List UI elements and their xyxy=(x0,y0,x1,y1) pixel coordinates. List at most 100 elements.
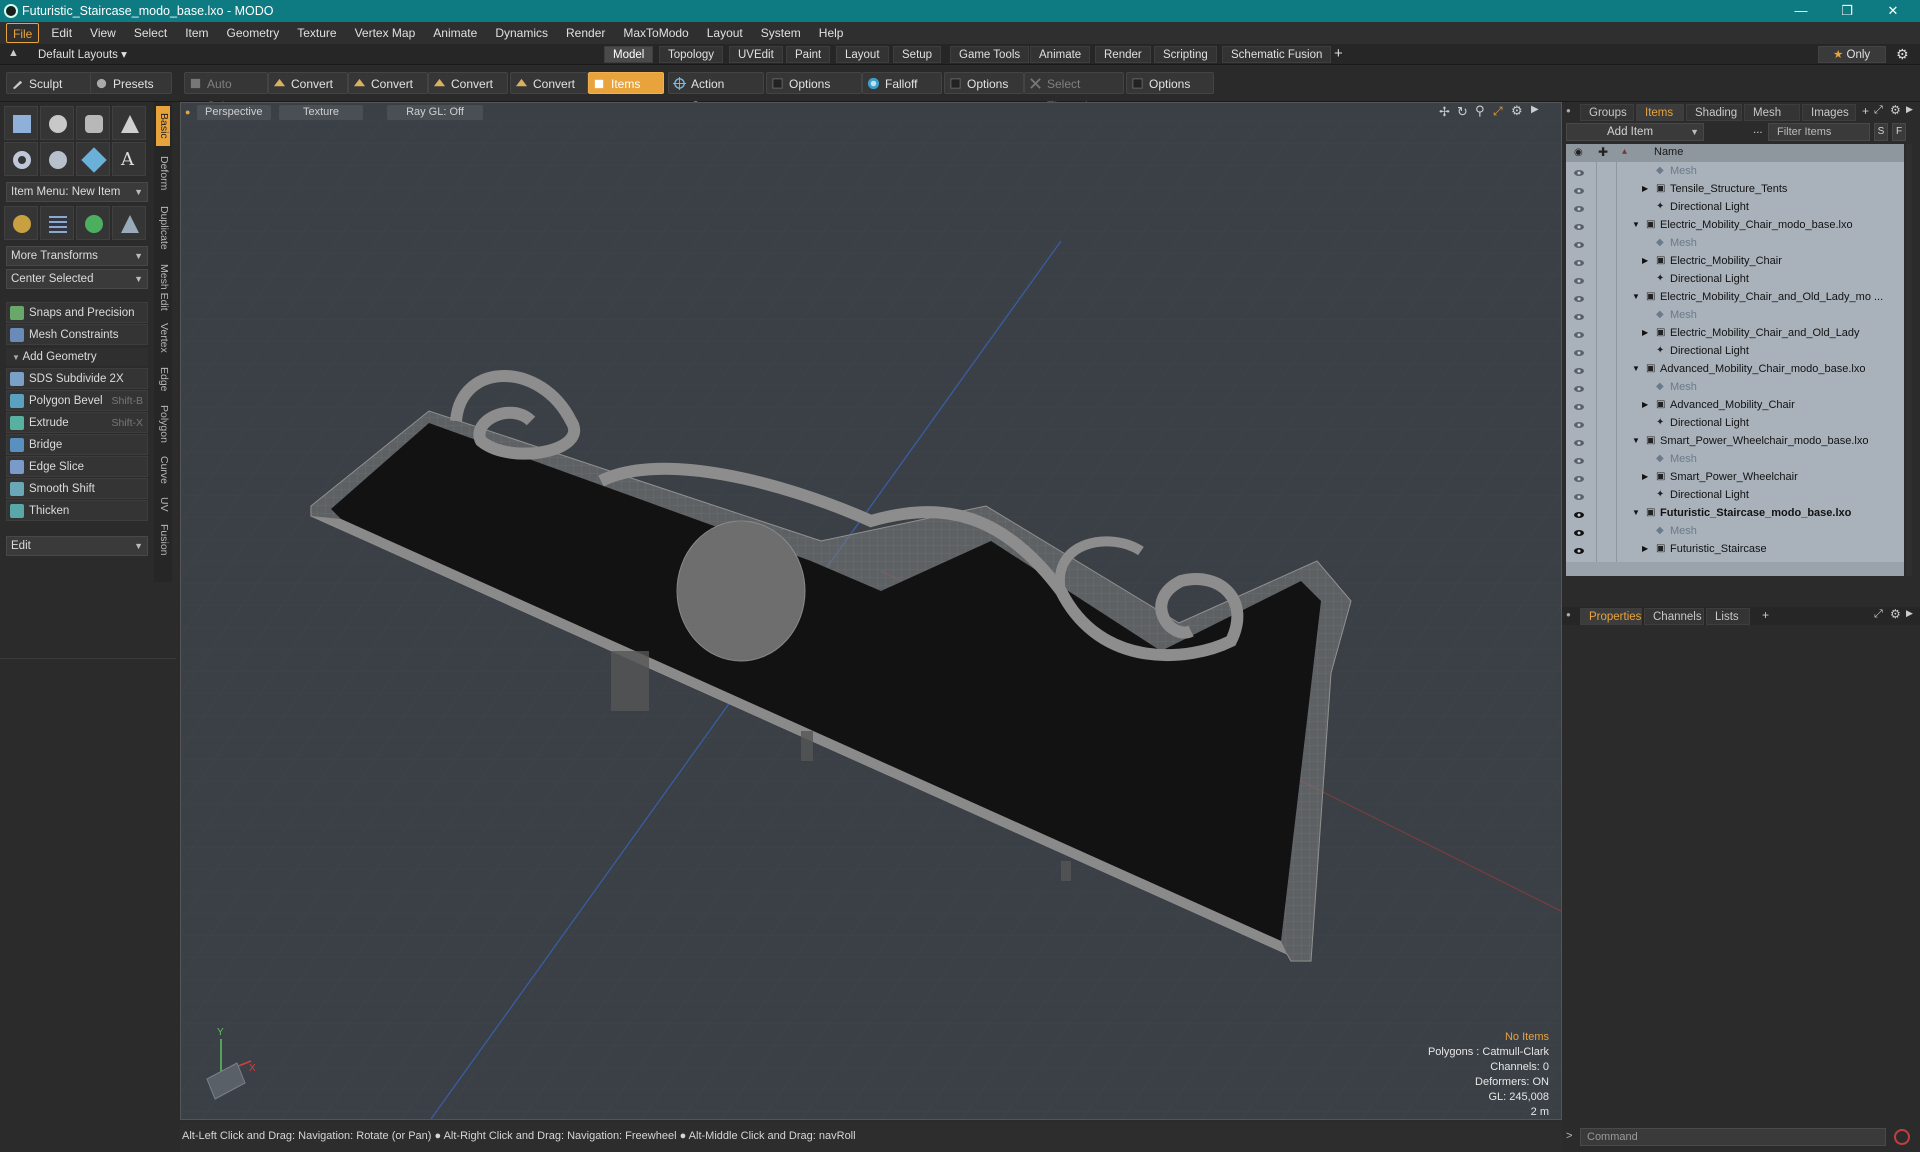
edit-dropdown[interactable]: Edit ▼ xyxy=(6,536,148,556)
rotate-view-icon[interactable]: ↻ xyxy=(1457,104,1468,120)
tab-shading[interactable]: Shading xyxy=(1686,104,1742,121)
menu-help[interactable]: Help xyxy=(810,23,853,43)
close-icon[interactable]: ✕ xyxy=(1870,0,1916,22)
filter-s-button[interactable]: S xyxy=(1874,123,1888,141)
torus-primitive-button[interactable] xyxy=(4,142,38,176)
sphere-primitive-button[interactable] xyxy=(40,106,74,140)
grid-tool-button[interactable] xyxy=(40,206,74,240)
filter-items-input[interactable]: Filter Items xyxy=(1768,123,1870,141)
menu-edit[interactable]: Edit xyxy=(42,23,81,43)
visibility-eye-icon[interactable] xyxy=(1574,166,1584,176)
gear-icon[interactable]: ⚙ xyxy=(1896,46,1909,63)
tab-channels[interactable]: Channels xyxy=(1644,608,1704,625)
capsule-primitive-button[interactable] xyxy=(40,142,74,176)
presets-button[interactable]: Presets F6 xyxy=(90,72,172,113)
center-selected-dropdown[interactable]: Center Selected ▼ xyxy=(6,269,148,289)
edge-slice-button[interactable]: Edge Slice xyxy=(6,456,148,477)
menu-render[interactable]: Render xyxy=(557,23,614,43)
chevron-right-icon[interactable]: ▶ xyxy=(1642,252,1648,270)
visibility-eye-icon[interactable] xyxy=(1574,454,1584,464)
record-icon[interactable] xyxy=(1894,1129,1910,1145)
menu-animate[interactable]: Animate xyxy=(424,23,486,43)
tab-model[interactable]: Model xyxy=(604,46,654,63)
layout-preset-dropdown[interactable]: Default Layouts ▾ xyxy=(38,47,127,61)
tab-render[interactable]: Render xyxy=(1095,46,1151,63)
expand-icon[interactable]: ⤢ xyxy=(1874,104,1883,117)
menu-select[interactable]: Select xyxy=(125,23,176,43)
tab-topology[interactable]: Topology xyxy=(659,46,724,63)
pen-tool-button[interactable] xyxy=(76,142,110,176)
falloff-button[interactable]: Falloff xyxy=(862,72,942,94)
name-column-header[interactable]: Name xyxy=(1654,146,1683,158)
item-menu-dropdown[interactable]: Item Menu: New Item ▼ xyxy=(6,182,148,202)
tab-uvedit[interactable]: UVEdit xyxy=(729,46,783,63)
more-transforms-dropdown[interactable]: More Transforms ▼ xyxy=(6,246,148,266)
visibility-eye-icon[interactable] xyxy=(1574,310,1584,320)
chevron-right-icon[interactable]: ▶ xyxy=(1642,324,1648,342)
expand-icon[interactable]: ⤢ xyxy=(1874,608,1883,621)
menu-geometry[interactable]: Geometry xyxy=(218,23,289,43)
tab-layout[interactable]: Layout xyxy=(836,46,889,63)
menu-texture[interactable]: Texture xyxy=(288,23,345,43)
visibility-eye-icon[interactable] xyxy=(1574,220,1584,230)
chevron-down-icon[interactable]: ▼ xyxy=(1632,216,1640,234)
items-mode-button[interactable]: Items xyxy=(588,72,664,94)
tab-mesh[interactable]: Mesh ... xyxy=(1744,104,1800,136)
tab-paint[interactable]: Paint xyxy=(786,46,831,63)
options-button-1[interactable]: Options xyxy=(766,72,862,94)
visibility-eye-icon[interactable] xyxy=(1574,346,1584,356)
visibility-eye-icon[interactable] xyxy=(1574,274,1584,284)
layout-arrow-icon[interactable]: ▲ xyxy=(8,47,19,59)
bridge-button[interactable]: Bridge xyxy=(6,434,148,455)
visibility-eye-icon[interactable] xyxy=(1574,400,1584,410)
tab-animate[interactable]: Animate xyxy=(1030,46,1091,63)
visibility-eye-icon[interactable] xyxy=(1574,292,1584,302)
move-view-icon[interactable]: ✢ xyxy=(1439,104,1450,120)
text-tool-button[interactable]: A xyxy=(112,142,146,176)
raygl-button[interactable]: Ray GL: Off xyxy=(387,105,483,120)
panel-gear-icon[interactable]: ⚙ xyxy=(1890,103,1901,117)
panel-collapse-icon[interactable]: ▶ xyxy=(1906,104,1913,115)
tab-setup[interactable]: Setup xyxy=(893,46,942,63)
vertical-scrollbar[interactable] xyxy=(1906,144,1912,576)
cylinder-primitive-button[interactable] xyxy=(76,106,110,140)
visibility-eye-icon[interactable] xyxy=(1574,436,1584,446)
convert-button-4[interactable]: Convert xyxy=(510,72,588,94)
tab-groups[interactable]: Groups xyxy=(1580,104,1634,121)
menu-maxtomodo[interactable]: MaxToModo xyxy=(614,23,697,43)
chevron-down-icon[interactable]: ▼ xyxy=(1632,504,1640,522)
visibility-eye-icon[interactable] xyxy=(1574,490,1584,500)
chevron-down-icon[interactable]: ▼ xyxy=(1632,432,1640,450)
tab-schematic-fusion[interactable]: Schematic Fusion xyxy=(1222,46,1332,63)
extrude-button[interactable]: Extrude Shift-X xyxy=(6,412,148,433)
zoom-view-icon[interactable]: ⚲ xyxy=(1475,103,1485,119)
add-tab-icon[interactable]: + xyxy=(1862,104,1869,118)
cone-primitive-button[interactable] xyxy=(112,106,146,140)
transform-tool-button[interactable] xyxy=(4,206,38,240)
panel-gear-icon[interactable]: ⚙ xyxy=(1890,607,1901,621)
thicken-button[interactable]: Thicken xyxy=(6,500,148,521)
chevron-down-icon[interactable]: ▼ xyxy=(1632,360,1640,378)
cube-primitive-button[interactable] xyxy=(4,106,38,140)
sculpt-button[interactable]: Sculpt xyxy=(6,72,92,94)
action-center-button[interactable]: Action Center xyxy=(668,72,764,113)
chevron-right-icon[interactable]: ▶ xyxy=(1642,540,1648,558)
command-input[interactable]: Command xyxy=(1580,1128,1886,1146)
vtab-vertex[interactable]: Vertex xyxy=(156,318,170,358)
menu-vertex-map[interactable]: Vertex Map xyxy=(346,23,425,43)
chevron-right-icon[interactable]: ▶ xyxy=(1642,468,1648,486)
options-button-2[interactable]: Options xyxy=(944,72,1024,94)
visibility-eye-icon[interactable] xyxy=(1574,202,1584,212)
visibility-eye-icon[interactable] xyxy=(1574,382,1584,392)
filter-f-button[interactable]: F xyxy=(1892,123,1906,141)
vtab-fusion[interactable]: Fusion xyxy=(156,520,170,560)
smooth-shift-button[interactable]: Smooth Shift xyxy=(6,478,148,499)
item-list-scrollbar[interactable] xyxy=(1566,562,1904,576)
add-tab-icon[interactable]: + xyxy=(1762,608,1769,622)
convert-button-3[interactable]: Convert xyxy=(428,72,508,94)
viewport-gear-icon[interactable]: ⚙ xyxy=(1511,103,1523,119)
vtab-uv[interactable]: UV xyxy=(156,492,170,516)
auto-select-button[interactable]: Auto Select xyxy=(184,72,268,113)
vtab-basic[interactable]: Basic xyxy=(156,106,170,146)
chevron-right-icon[interactable]: ▶ xyxy=(1642,396,1648,414)
